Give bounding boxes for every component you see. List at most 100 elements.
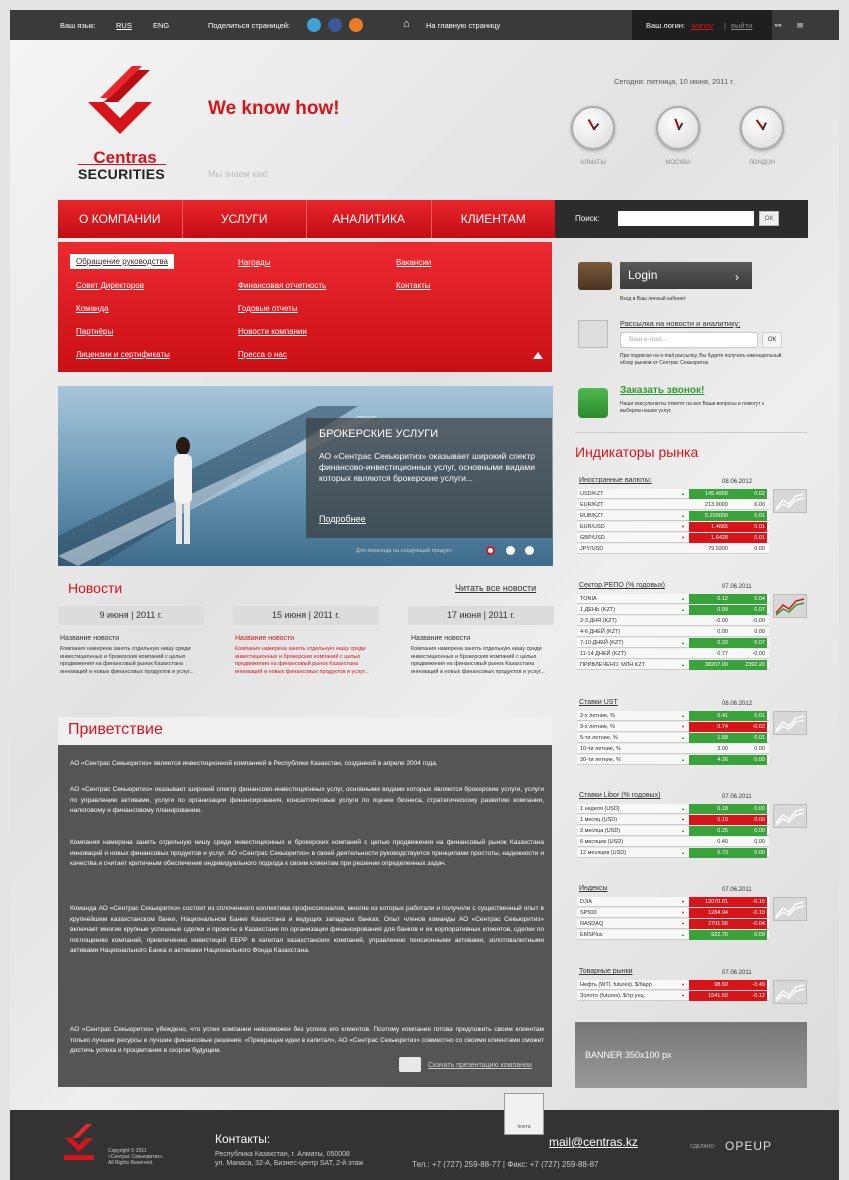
- news-item-title[interactable]: Название новости: [235, 635, 294, 642]
- indicator-group-title[interactable]: Индексы: [579, 885, 608, 892]
- indicator-name: 6 месяцев (USD): [580, 839, 624, 845]
- indicator-name: 11-14 ДНЕЙ (KZT): [580, 651, 627, 657]
- indicator-row: ПРИВЛЕЧЕНО, МЛН KZT ▲ 38207.00 2392.20: [577, 660, 769, 670]
- submenu-item-awards[interactable]: Награды: [238, 258, 270, 267]
- indicator-value: 1.4665: [689, 522, 730, 532]
- sitemap-icon[interactable]: ⚯: [775, 21, 781, 30]
- nav-analytics[interactable]: АНАЛИТИКА: [307, 200, 432, 238]
- envelope-icon[interactable]: почта: [504, 1093, 544, 1135]
- indicator-change: 0.00: [730, 755, 767, 765]
- news-item-text: Компания намерена занять отдельную нишу …: [235, 646, 369, 675]
- promo-more-link[interactable]: Подробнее: [319, 514, 366, 524]
- indicator-name: 2-3 ДНЯ (KZT): [580, 618, 617, 624]
- indicator-group-title[interactable]: Иностранные валюты:: [579, 477, 652, 484]
- mail-icon-label: почта: [517, 1124, 531, 1130]
- phone-icon[interactable]: [578, 388, 608, 418]
- request-call-link[interactable]: Заказать звонок!: [620, 385, 704, 396]
- centras-logo-icon[interactable]: [80, 62, 160, 144]
- login-user-link[interactable]: Ivanov: [691, 21, 713, 30]
- arrow-down-icon: ▼: [681, 993, 685, 998]
- indicator-group-title[interactable]: Товарные рынки: [579, 968, 633, 975]
- submenu-item-board[interactable]: Совет Директоров: [76, 281, 144, 290]
- indicator-name: DJIA: [580, 899, 592, 905]
- indicator-name: NASDAQ: [580, 921, 604, 927]
- arrow-up-icon: ▲: [681, 491, 685, 496]
- email-link[interactable]: mail@centras.kz: [549, 1135, 638, 1149]
- indicator-group-title[interactable]: Ставки Libor (% годовых): [579, 792, 660, 799]
- all-news-link[interactable]: Читать все новости: [455, 583, 536, 593]
- trend-chart-icon[interactable]: [773, 489, 807, 513]
- submenu-item-licenses[interactable]: Лицензии и сертификаты: [76, 350, 170, 359]
- search-input[interactable]: [618, 211, 754, 226]
- divider: [575, 432, 807, 433]
- nav-clients[interactable]: КЛИЕНТАМ: [432, 200, 556, 238]
- submenu-item-financial[interactable]: Финансовая отчетность: [238, 281, 326, 290]
- indicator-row: 4-6 ДНЕЙ (KZT) 0.00 0.00: [577, 627, 769, 637]
- slide-dot-3[interactable]: [525, 546, 534, 555]
- indicator-change: 0.01: [730, 522, 767, 532]
- home-link[interactable]: На главную страницу: [426, 21, 500, 30]
- lang-rus-link[interactable]: RUS: [116, 21, 132, 30]
- search-button[interactable]: ОК: [759, 211, 779, 226]
- indicator-name: 2-х летние, %: [580, 713, 615, 719]
- submenu-item-company-news[interactable]: Новости компании: [238, 327, 307, 336]
- slide-dot-1[interactable]: [486, 546, 495, 555]
- submenu-item-address[interactable]: Обращение руководства: [70, 254, 174, 269]
- submenu-item-contacts[interactable]: Контакты: [396, 281, 431, 290]
- indicator-row: Золото (futures), $/тр.унц ▼ 1541.50 -0.12: [577, 991, 769, 1001]
- banner[interactable]: BANNER 350x100 px: [575, 1022, 807, 1088]
- submenu-item-vacancies[interactable]: Вакансии: [396, 258, 431, 267]
- arrow-up-icon: ▲: [681, 607, 685, 612]
- arrow-up-icon: ▲: [681, 932, 685, 937]
- top-bar: Ваш язык: RUS ENG Поделиться страницей: …: [10, 10, 839, 40]
- greeting-paragraph: Команда АО «Сентрас Секьюритиз» состоит …: [70, 905, 544, 954]
- news-item-title[interactable]: Название новости: [60, 635, 119, 642]
- trend-chart-icon[interactable]: [773, 594, 807, 618]
- trend-chart-icon[interactable]: [773, 980, 807, 1004]
- email-field[interactable]: Ваш e-mail...: [620, 332, 758, 348]
- footer-logo-icon[interactable]: [62, 1122, 96, 1162]
- arrow-right-icon[interactable]: ›: [735, 270, 739, 284]
- indicator-value: 4.26: [689, 755, 730, 765]
- submenu-item-partners[interactable]: Партнёры: [76, 327, 113, 336]
- submenu-item-team[interactable]: Команда: [76, 304, 109, 313]
- trend-chart-icon[interactable]: [773, 711, 807, 735]
- indicator-row: 6 месяцев (USD) 0.40 0.00: [577, 837, 769, 847]
- submenu-item-annual[interactable]: Годовые отчеты: [238, 304, 298, 313]
- trend-chart-icon[interactable]: [773, 804, 807, 828]
- submenu-item-press[interactable]: Пресса о нас: [238, 350, 287, 359]
- indicator-group-title[interactable]: Ставки UST: [579, 699, 618, 706]
- language-label: Ваш язык:: [60, 21, 96, 30]
- facebook-icon[interactable]: [328, 18, 342, 32]
- indicator-row: NASDAQ ▼ 2701.56 -0.04: [577, 919, 769, 929]
- logout-link[interactable]: выйти: [731, 21, 752, 30]
- twitter-icon[interactable]: [307, 18, 321, 32]
- indicator-name: 7-10 ДНЕЙ (KZT): [580, 640, 624, 646]
- nav-about[interactable]: О КОМПАНИИ: [58, 200, 183, 238]
- lang-eng-link[interactable]: ENG: [153, 21, 169, 30]
- download-presentation-link[interactable]: Скачать презентацию компании: [428, 1062, 532, 1069]
- indicator-name: 1 месяц (USD): [580, 817, 618, 823]
- slide-dot-2[interactable]: [506, 546, 515, 555]
- address: Республика Казахстан, г. Алматы, 050008 …: [215, 1150, 363, 1168]
- studio-logo[interactable]: OPEUP: [725, 1139, 772, 1153]
- indicator-group-title[interactable]: Сектор РЕПО (% годовых): [579, 582, 665, 589]
- indicator-value: 0.40: [717, 839, 728, 845]
- mail-icon[interactable]: ✉: [797, 21, 803, 30]
- arrow-up-icon: ▲: [681, 513, 685, 518]
- indicator-change: -0.10: [730, 908, 767, 918]
- nav-services[interactable]: УСЛУГИ: [183, 200, 307, 238]
- login-button[interactable]: Login: [620, 262, 752, 289]
- collapse-arrow-icon[interactable]: [533, 352, 543, 359]
- subscribe-button[interactable]: ОК: [762, 332, 782, 348]
- rss-icon[interactable]: [349, 18, 363, 32]
- indicator-value: 0.19: [689, 815, 730, 825]
- trend-chart-icon[interactable]: [773, 897, 807, 921]
- indicator-row: 11-14 ДНЕЙ (KZT) 0.77 -0.00: [577, 649, 769, 659]
- news-item-title[interactable]: Название новости: [411, 635, 470, 642]
- arrow-down-icon: ▼: [681, 982, 685, 987]
- indicator-change: 0.07: [730, 638, 767, 648]
- footer: [10, 1110, 839, 1180]
- presentation-icon[interactable]: [399, 1057, 421, 1072]
- home-icon[interactable]: ⌂: [403, 18, 410, 30]
